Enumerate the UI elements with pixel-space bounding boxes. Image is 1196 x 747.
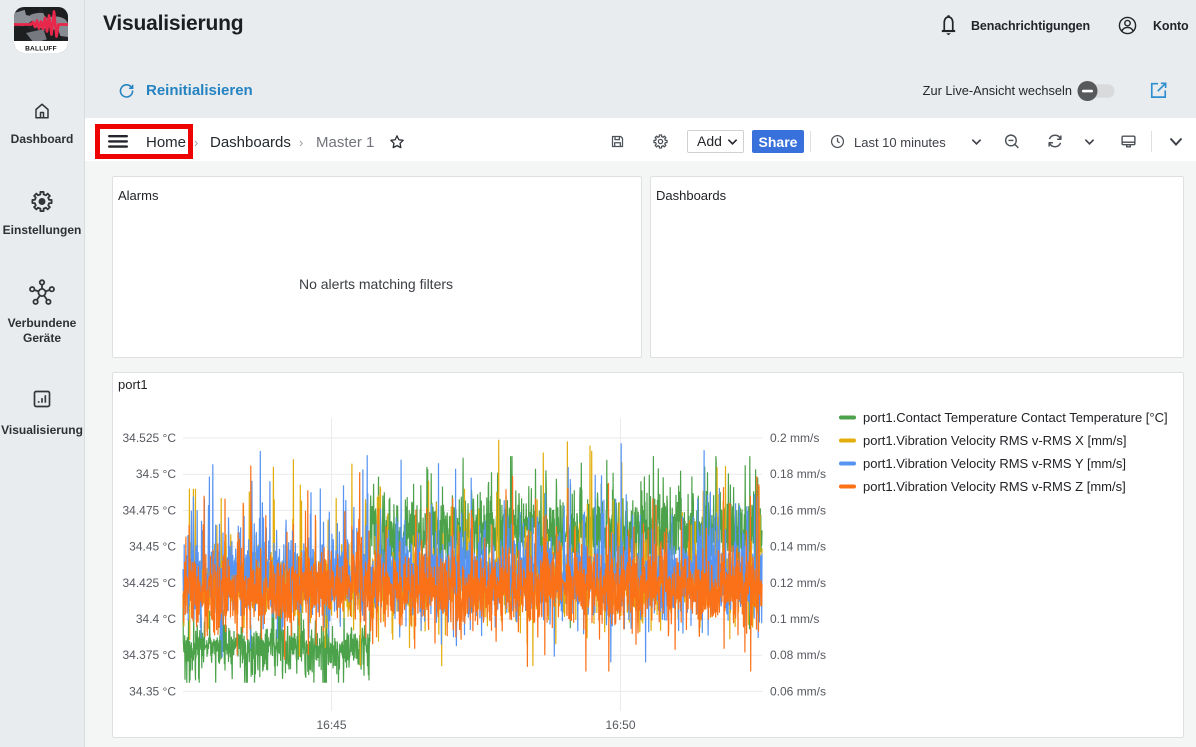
svg-text:34.425 °C: 34.425 °C (122, 576, 176, 590)
svg-text:0.1 mm/s: 0.1 mm/s (770, 612, 819, 626)
svg-text:0.12 mm/s: 0.12 mm/s (770, 576, 826, 590)
svg-text:0.18 mm/s: 0.18 mm/s (770, 467, 826, 481)
svg-text:0.08 mm/s: 0.08 mm/s (770, 648, 826, 662)
svg-text:0.14 mm/s: 0.14 mm/s (770, 540, 826, 554)
svg-text:16:50: 16:50 (605, 718, 635, 732)
svg-text:34.525 °C: 34.525 °C (122, 431, 176, 445)
svg-text:0.06 mm/s: 0.06 mm/s (770, 684, 826, 698)
svg-text:34.475 °C: 34.475 °C (122, 503, 176, 517)
svg-text:0.2 mm/s: 0.2 mm/s (770, 431, 819, 445)
svg-text:34.45 °C: 34.45 °C (129, 540, 176, 554)
svg-text:port1.Contact Temperature Cont: port1.Contact Temperature Contact Temper… (863, 410, 1168, 425)
svg-text:34.4 °C: 34.4 °C (136, 612, 176, 626)
svg-text:port1: port1 (118, 377, 148, 392)
svg-text:34.5 °C: 34.5 °C (136, 467, 176, 481)
svg-text:port1.Vibration Velocity RMS v: port1.Vibration Velocity RMS v-RMS X [mm… (863, 433, 1126, 448)
svg-text:34.375 °C: 34.375 °C (122, 648, 176, 662)
svg-text:0.16 mm/s: 0.16 mm/s (770, 503, 826, 517)
svg-text:port1.Vibration Velocity RMS v: port1.Vibration Velocity RMS v-RMS Z [mm… (863, 479, 1126, 494)
svg-text:BALLUFF: BALLUFF (25, 46, 57, 53)
svg-text:port1.Vibration Velocity RMS v: port1.Vibration Velocity RMS v-RMS Y [mm… (863, 456, 1126, 471)
svg-text:34.35 °C: 34.35 °C (129, 684, 176, 698)
svg-text:16:45: 16:45 (316, 718, 346, 732)
